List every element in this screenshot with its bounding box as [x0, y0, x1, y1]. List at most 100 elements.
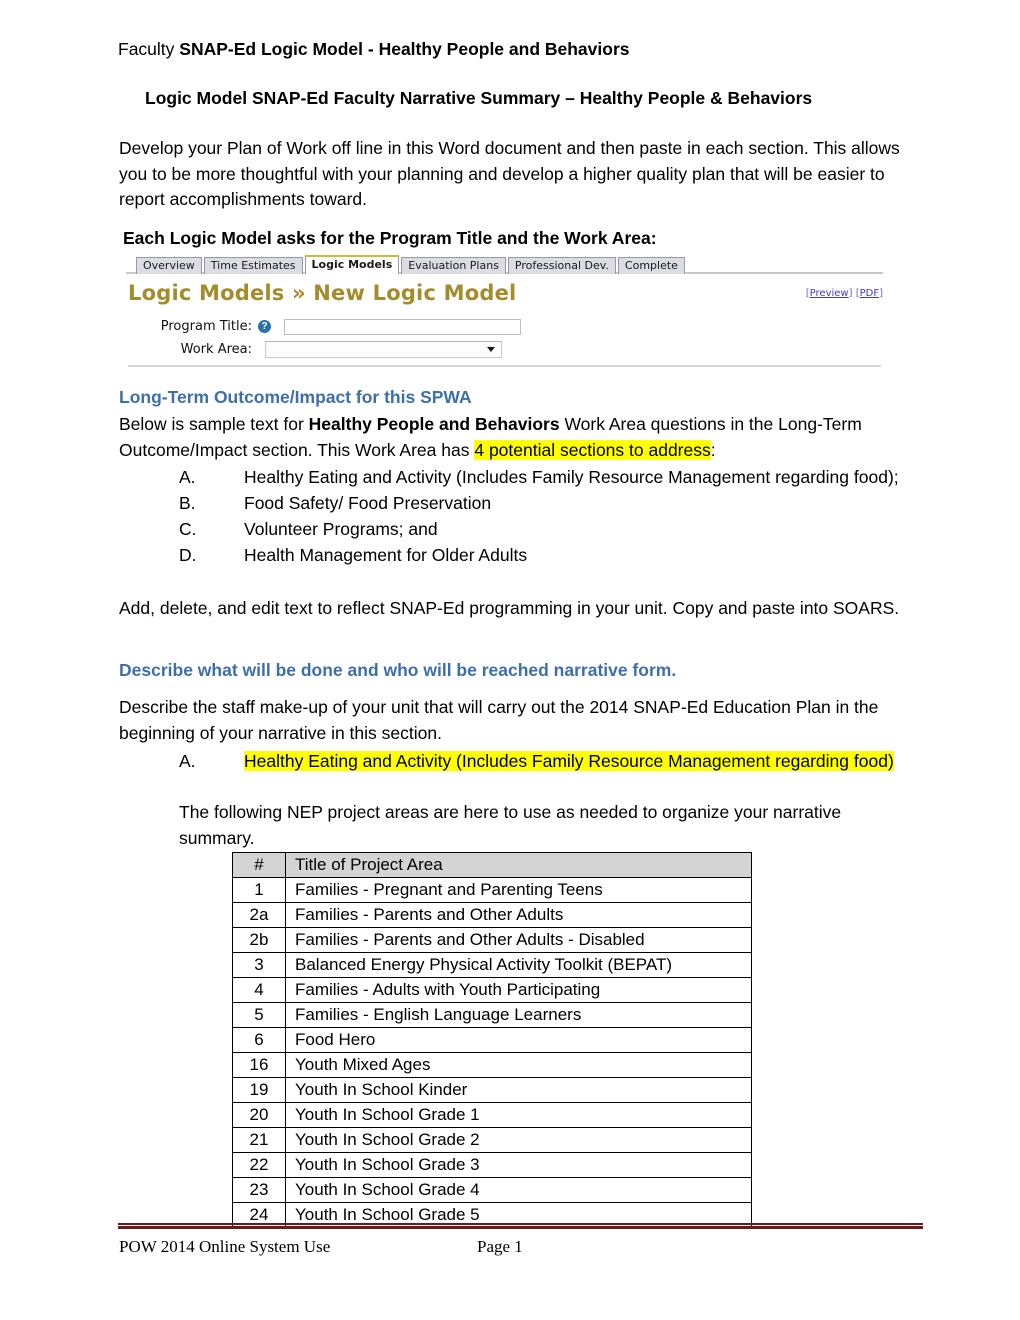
long-term-items-list: A. Healthy Eating and Activity (Includes…: [119, 464, 919, 568]
staff-makeup-paragraph: Describe the staff make-up of your unit …: [119, 697, 879, 743]
tab-overview[interactable]: Overview: [136, 257, 202, 274]
describe-item-a-text: Healthy Eating and Activity (Includes Fa…: [244, 748, 894, 774]
long-term-body-highlight: 4 potential sections to address: [474, 439, 711, 460]
tab-professional-dev[interactable]: Professional Dev.: [507, 257, 616, 274]
intro-paragraph: Develop your Plan of Work off line in th…: [119, 138, 900, 209]
chevron-down-icon: [487, 347, 495, 352]
row-number: 4: [232, 977, 286, 1003]
describe-item-a-marker: A.: [179, 751, 196, 771]
list-item-b-text: Food Safety/ Food Preservation: [244, 493, 492, 513]
table-row: 5 Families - English Language Learners: [232, 1002, 752, 1028]
question-mark-help-icon[interactable]: ?: [258, 320, 271, 333]
long-term-body-part3: :: [710, 439, 716, 460]
row-number: 5: [232, 1002, 286, 1028]
app-page-heading: Logic Models » New Logic Model: [128, 281, 517, 305]
table-row: 19 Youth In School Kinder: [232, 1077, 752, 1103]
table-row: 4 Families - Adults with Youth Participat…: [232, 977, 752, 1003]
row-title: Balanced Energy Physical Activity Toolki…: [285, 952, 752, 978]
table-row: 21 Youth In School Grade 2: [232, 1127, 752, 1153]
footer-left-text: POW 2014 Online System Use: [119, 1237, 331, 1256]
row-title: Families - Pregnant and Parenting Teens: [285, 877, 752, 903]
each-logic-model-asks-line: Each Logic Model asks for the Program Ti…: [123, 228, 657, 248]
column-header-title: Title of Project Area: [285, 852, 752, 878]
table-row: 2b Families - Parents and Other Adults - …: [232, 927, 752, 953]
pdf-link[interactable]: PDF: [860, 288, 879, 299]
list-item-d-marker: D.: [179, 545, 197, 565]
row-number: 23: [232, 1177, 286, 1203]
program-title-label: Program Title:: [160, 319, 252, 334]
table-row: 20 Youth In School Grade 1: [232, 1102, 752, 1128]
footer-page-number: Page 1: [477, 1237, 523, 1256]
work-area-row: Work Area:: [126, 340, 502, 359]
row-number: 3: [232, 952, 286, 978]
table-row: 1 Families - Pregnant and Parenting Teens: [232, 877, 752, 903]
row-number: 20: [232, 1102, 286, 1128]
tab-time-estimates[interactable]: Time Estimates: [203, 257, 303, 274]
tab-logic-models[interactable]: Logic Models: [304, 255, 400, 274]
tab-evaluation-plans[interactable]: Evaluation Plans: [401, 257, 506, 274]
row-number: 2b: [232, 927, 286, 953]
table-row: 16 Youth Mixed Ages: [232, 1052, 752, 1078]
add-delete-edit-paragraph: Add, delete, and edit text to reflect SN…: [119, 598, 900, 618]
row-title: Youth In School Grade 3: [285, 1152, 752, 1178]
row-title: Youth In School Grade 2: [285, 1127, 752, 1153]
long-term-body-paragraph: Below is sample text for Healthy People …: [119, 412, 919, 463]
tab-complete[interactable]: Complete: [617, 257, 685, 274]
list-item-d: D. Health Management for Older Adults: [179, 542, 919, 568]
row-number: 16: [232, 1052, 286, 1078]
list-item-a-marker: A.: [179, 467, 196, 487]
document-page: Faculty SNAP-Ed Logic Model - Healthy Pe…: [0, 0, 1020, 1320]
long-term-body-part1: Below is sample text for: [119, 414, 309, 434]
row-title: Families - Parents and Other Adults: [285, 902, 752, 928]
row-title: Families - Adults with Youth Participati…: [285, 977, 752, 1003]
app-header-links: [Preview] [PDF]: [806, 288, 883, 299]
row-number: 19: [232, 1077, 286, 1103]
describe-item-a: A. Healthy Eating and Activity (Includes…: [119, 748, 949, 774]
list-item-b-marker: B.: [179, 493, 196, 513]
row-title: Youth In School Kinder: [285, 1077, 752, 1103]
row-title: Youth In School Grade 4: [285, 1177, 752, 1203]
row-number: 21: [232, 1127, 286, 1153]
table-row: 22 Youth In School Grade 3: [232, 1152, 752, 1178]
work-area-select[interactable]: [265, 341, 502, 358]
document-title-prefix: Faculty: [118, 39, 180, 59]
row-title: Youth Mixed Ages: [285, 1052, 752, 1078]
row-number: 1: [232, 877, 286, 903]
list-item-d-text: Health Management for Older Adults: [244, 545, 528, 565]
table-row: 6 Food Hero: [232, 1027, 752, 1053]
long-term-body-bold: Healthy People and Behaviors: [308, 414, 560, 434]
list-item-c-marker: C.: [179, 519, 197, 539]
row-title: Youth In School Grade 1: [285, 1102, 752, 1128]
row-title: Food Hero: [285, 1027, 752, 1053]
list-item-b: B. Food Safety/ Food Preservation: [179, 490, 919, 516]
document-subtitle: Logic Model SNAP-Ed Faculty Narrative Su…: [145, 88, 813, 108]
row-title: Families - Parents and Other Adults - Di…: [285, 927, 752, 953]
app-tab-list: Overview Time Estimates Logic Models Eva…: [136, 255, 687, 274]
describe-item-a-highlight: Healthy Eating and Activity (Includes Fa…: [244, 751, 894, 771]
program-title-input[interactable]: [284, 318, 521, 335]
app-divider-rule: [128, 365, 881, 367]
footer-rule: [118, 1223, 923, 1229]
list-item-a-text: Healthy Eating and Activity (Includes Fa…: [244, 467, 899, 487]
project-area-table-head: # Title of Project Area: [232, 852, 752, 878]
bracket-close-preview: ]: [848, 288, 853, 299]
row-number: 22: [232, 1152, 286, 1178]
row-number: 6: [232, 1027, 286, 1053]
document-title: Faculty SNAP-Ed Logic Model - Healthy Pe…: [118, 38, 630, 60]
describe-item-a-row: A. Healthy Eating and Activity (Includes…: [179, 748, 949, 774]
table-row: 2a Families - Parents and Other Adults: [232, 902, 752, 928]
preview-link[interactable]: Preview: [810, 288, 849, 299]
list-item-a: A. Healthy Eating and Activity (Includes…: [179, 464, 919, 490]
project-area-table-body: 1 Families - Pregnant and Parenting Teens…: [232, 877, 752, 1228]
work-area-label: Work Area:: [180, 342, 252, 357]
long-term-heading: Long-Term Outcome/Impact for this SPWA: [119, 387, 472, 407]
bracket-close-pdf: ]: [879, 288, 883, 299]
row-number: 2a: [232, 902, 286, 928]
table-row: 23 Youth In School Grade 4: [232, 1177, 752, 1203]
program-title-row: Program Title: ?: [126, 317, 521, 336]
list-item-c-text: Volunteer Programs; and: [244, 519, 438, 539]
list-item-c: C. Volunteer Programs; and: [179, 516, 919, 542]
app-tab-bar: Overview Time Estimates Logic Models Eva…: [126, 255, 883, 274]
table-header-row: # Title of Project Area: [232, 852, 752, 878]
nep-project-areas-paragraph: The following NEP project areas are here…: [179, 802, 842, 848]
